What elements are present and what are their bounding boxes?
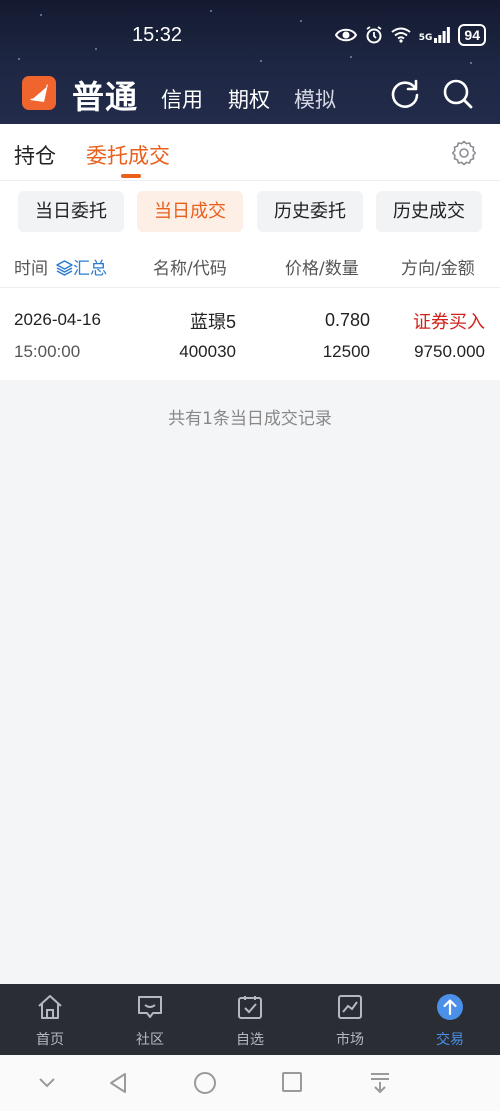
col-price-qty: 价格/数量 [285, 259, 359, 279]
nav-watchlist-label: 自选 [236, 1032, 264, 1048]
market-chart-icon [338, 995, 362, 1019]
col-name-code: 名称/代码 [153, 259, 227, 279]
nav-trade[interactable]: 交易 [400, 984, 500, 1055]
nav-trade-label: 交易 [436, 1032, 464, 1048]
nav-market-label: 市场 [336, 1032, 364, 1048]
app-logo [22, 76, 56, 110]
home-icon [38, 995, 62, 1019]
primary-tabs: 持仓 委托成交 [0, 124, 500, 181]
summary-link[interactable]: 汇总 [56, 254, 107, 279]
nav-watchlist[interactable]: 自选 [200, 984, 300, 1055]
nav-community-label: 社区 [136, 1032, 164, 1048]
table-row[interactable]: 2026-04-16 15:00:00 蓝璟5 400030 0.780 125… [0, 288, 500, 380]
layers-icon [56, 260, 73, 276]
trade-quantity: 12500 [322, 342, 370, 361]
trade-direction: 证券买入 [413, 312, 485, 332]
bottom-nav: 首页 社区 自选 市场 交易 [0, 984, 500, 1055]
recents-square-icon[interactable] [281, 1071, 303, 1093]
col-time: 时间 [14, 259, 48, 279]
subtab-today-trades[interactable]: 当日成交 [137, 191, 243, 232]
tab-credit[interactable]: 信用 [161, 84, 203, 114]
trade-arrow-up-icon [437, 994, 463, 1020]
app-header: 15:32 5G 94 普通 信用 期权 模拟 [0, 0, 500, 124]
alarm-icon [366, 26, 382, 44]
security-name: 蓝璟5 [189, 312, 236, 332]
signal-bars-icon [434, 27, 451, 43]
search-icon[interactable] [441, 77, 475, 111]
trade-price: 0.780 [324, 310, 370, 330]
nav-market[interactable]: 市场 [300, 984, 400, 1055]
account-type-title: 普通 [72, 78, 139, 116]
back-triangle-icon[interactable] [106, 1071, 130, 1095]
refresh-icon[interactable] [388, 78, 422, 110]
wifi-icon [391, 27, 411, 43]
sub-tabs: 当日委托 当日成交 历史委托 历史成交 [0, 181, 500, 243]
record-count-text: 共有1条当日成交记录 [168, 409, 332, 429]
tab-holdings[interactable]: 持仓 [14, 140, 56, 170]
security-code: 400030 [179, 342, 236, 361]
subtab-history-trades[interactable]: 历史成交 [376, 191, 482, 232]
nav-home-label: 首页 [36, 1032, 64, 1048]
active-tab-indicator [121, 174, 141, 178]
home-circle-icon[interactable] [193, 1071, 217, 1095]
nav-home[interactable]: 首页 [0, 984, 100, 1055]
summary-link-label: 汇总 [73, 259, 107, 279]
eye-icon [334, 28, 357, 42]
trade-time: 15:00:00 [14, 342, 81, 361]
signal-indicator: 5G [419, 27, 451, 43]
tab-simulation[interactable]: 模拟 [294, 84, 336, 114]
tab-options[interactable]: 期权 [228, 84, 270, 114]
subtab-today-orders[interactable]: 当日委托 [18, 191, 124, 232]
col-direction-amount: 方向/金额 [401, 259, 475, 279]
subtab-history-orders[interactable]: 历史委托 [257, 191, 363, 232]
chevron-down-icon[interactable] [36, 1071, 58, 1093]
trade-date: 2026-04-16 [14, 310, 101, 329]
chat-bubble-icon [138, 996, 162, 1018]
status-time: 15:32 [132, 24, 183, 46]
system-navigation-bar [0, 1055, 500, 1111]
nav-community[interactable]: 社区 [100, 984, 200, 1055]
trade-amount: 9750.000 [414, 342, 485, 361]
checklist-icon [238, 996, 262, 1019]
notification-pulldown-icon[interactable] [368, 1071, 392, 1095]
tab-orders-trades[interactable]: 委托成交 [86, 140, 170, 170]
network-type: 5G [418, 33, 433, 43]
status-icons: 5G 94 [334, 24, 486, 46]
battery-indicator: 94 [458, 24, 486, 46]
table-header: 时间 汇总 名称/代码 价格/数量 方向/金额 [0, 243, 500, 288]
settings-gear-icon[interactable] [451, 140, 477, 166]
